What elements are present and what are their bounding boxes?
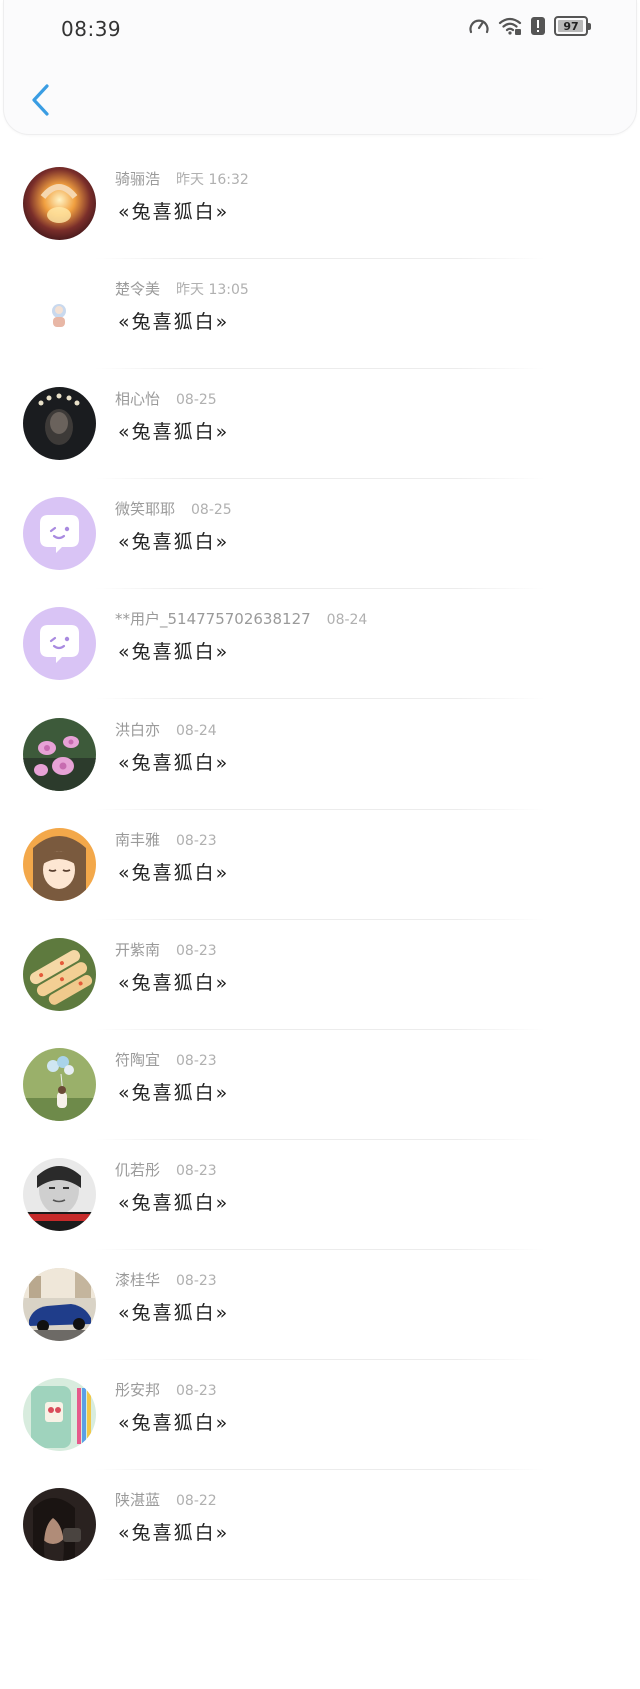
author-name[interactable]: 楚令美	[115, 280, 160, 298]
list-item[interactable]: 陕湛蓝 08-22 «兔喜狐白»	[0, 1461, 640, 1581]
author-name[interactable]: 开紫南	[115, 941, 160, 959]
avatar[interactable]	[23, 1488, 96, 1562]
comment-time: 08-22	[176, 1493, 217, 1510]
list-item[interactable]: 微笑耶耶 08-25 «兔喜狐白»	[0, 470, 640, 590]
comment-list-page: 08:39 97 骑骊浩 昨天 16:32 «兔喜狐白» 楚令美 昨天 13:0…	[0, 0, 640, 1689]
author-name[interactable]: 相心怡	[115, 390, 160, 408]
work-title[interactable]: «兔喜狐白»	[118, 1188, 229, 1215]
work-title[interactable]: «兔喜狐白»	[118, 197, 229, 224]
avatar[interactable]	[23, 827, 96, 901]
avatar[interactable]	[23, 1268, 96, 1341]
battery-text: 97	[563, 19, 579, 33]
avatar[interactable]	[23, 937, 96, 1011]
alert-icon	[530, 16, 546, 36]
avatar[interactable]	[23, 717, 96, 791]
work-title[interactable]: «兔喜狐白»	[118, 968, 229, 995]
author-line: 洪白亦 08-24	[115, 719, 217, 740]
avatar[interactable]	[23, 167, 96, 240]
work-title[interactable]: «兔喜狐白»	[118, 637, 229, 664]
wifi-icon	[498, 16, 522, 36]
avatar[interactable]	[23, 497, 96, 571]
avatar[interactable]	[23, 1157, 96, 1231]
list-item[interactable]: 楚令美 昨天 13:05 «兔喜狐白»	[0, 250, 640, 370]
status-time: 08:39	[61, 17, 122, 41]
list-item[interactable]: 南丰雅 08-23 «兔喜狐白»	[0, 801, 640, 920]
author-name[interactable]: 洪白亦	[115, 721, 160, 739]
work-title[interactable]: «兔喜狐白»	[118, 858, 229, 885]
chevron-left-icon	[32, 84, 49, 116]
comment-time: 08-23	[176, 832, 217, 849]
comment-time: 08-23	[176, 1273, 217, 1289]
comment-time: 08-24	[326, 612, 368, 629]
author-name[interactable]: 彤安邦	[115, 1381, 160, 1399]
author-line: 相心怡 08-25	[115, 388, 217, 409]
comment-time: 08-23	[176, 1383, 217, 1400]
avatar[interactable]	[23, 387, 96, 461]
author-line: 符陶宜 08-23	[115, 1049, 217, 1070]
comment-time: 08-24	[176, 722, 217, 739]
battery-icon: 97	[554, 16, 591, 36]
comment-time: 08-25	[191, 502, 232, 519]
author-line: 彤安邦 08-23	[115, 1379, 217, 1400]
avatar[interactable]	[23, 1378, 96, 1452]
comment-time: 08-23	[176, 1162, 217, 1179]
avatar[interactable]	[23, 277, 96, 351]
author-line: 漆桂华 08-23	[115, 1269, 217, 1290]
author-name[interactable]: **用户_514775702638127	[115, 610, 311, 628]
author-line: 陕湛蓝 08-22	[115, 1489, 217, 1510]
author-name[interactable]: 仉若彤	[115, 1161, 160, 1179]
list-item[interactable]: 仉若彤 08-23 «兔喜狐白»	[0, 1131, 640, 1250]
comment-time: 08-23	[176, 942, 217, 959]
back-button[interactable]	[24, 78, 58, 122]
author-name[interactable]: 骑骊浩	[115, 170, 160, 188]
header-bar: 08:39 97	[3, 0, 637, 135]
list-item[interactable]: 彤安邦 08-23 «兔喜狐白»	[0, 1351, 640, 1471]
author-line: 微笑耶耶 08-25	[115, 498, 232, 519]
work-title[interactable]: «兔喜狐白»	[118, 1408, 229, 1435]
speedometer-icon	[468, 16, 490, 36]
author-line: **用户_514775702638127 08-24	[115, 608, 367, 629]
author-name[interactable]: 微笑耶耶	[115, 500, 175, 518]
author-name[interactable]: 漆桂华	[115, 1271, 160, 1289]
list-item[interactable]: 骑骊浩 昨天 16:32 «兔喜狐白»	[0, 140, 640, 259]
avatar[interactable]	[23, 607, 96, 681]
list-item[interactable]: 漆桂华 08-23 «兔喜狐白»	[0, 1241, 640, 1360]
list-item[interactable]: 开紫南 08-23 «兔喜狐白»	[0, 911, 640, 1030]
work-title[interactable]: «兔喜狐白»	[118, 417, 229, 444]
work-title[interactable]: «兔喜狐白»	[118, 307, 229, 334]
work-title[interactable]: «兔喜狐白»	[118, 1518, 229, 1545]
work-title[interactable]: «兔喜狐白»	[118, 1298, 229, 1325]
comment-time: 昨天 16:32	[176, 172, 249, 188]
author-line: 仉若彤 08-23	[115, 1159, 217, 1180]
author-line: 骑骊浩 昨天 16:32	[115, 168, 249, 189]
author-line: 南丰雅 08-23	[115, 829, 217, 850]
author-line: 楚令美 昨天 13:05	[115, 278, 249, 299]
divider	[95, 1579, 545, 1581]
comment-time: 昨天 13:05	[176, 282, 249, 299]
comment-time: 08-23	[176, 1052, 217, 1069]
author-name[interactable]: 符陶宜	[115, 1051, 160, 1069]
avatar[interactable]	[23, 1047, 96, 1121]
work-title[interactable]: «兔喜狐白»	[118, 1078, 229, 1105]
author-name[interactable]: 南丰雅	[115, 831, 160, 849]
status-icons: 97	[468, 16, 591, 36]
list-item[interactable]: 符陶宜 08-23 «兔喜狐白»	[0, 1021, 640, 1140]
work-title[interactable]: «兔喜狐白»	[118, 748, 229, 775]
work-title[interactable]: «兔喜狐白»	[118, 527, 229, 554]
author-name[interactable]: 陕湛蓝	[115, 1491, 160, 1509]
list-item[interactable]: **用户_514775702638127 08-24 «兔喜狐白»	[0, 580, 640, 700]
list-item[interactable]: 相心怡 08-25 «兔喜狐白»	[0, 360, 640, 480]
comment-time: 08-25	[176, 392, 217, 409]
author-line: 开紫南 08-23	[115, 939, 217, 960]
list-item[interactable]: 洪白亦 08-24 «兔喜狐白»	[0, 691, 640, 810]
